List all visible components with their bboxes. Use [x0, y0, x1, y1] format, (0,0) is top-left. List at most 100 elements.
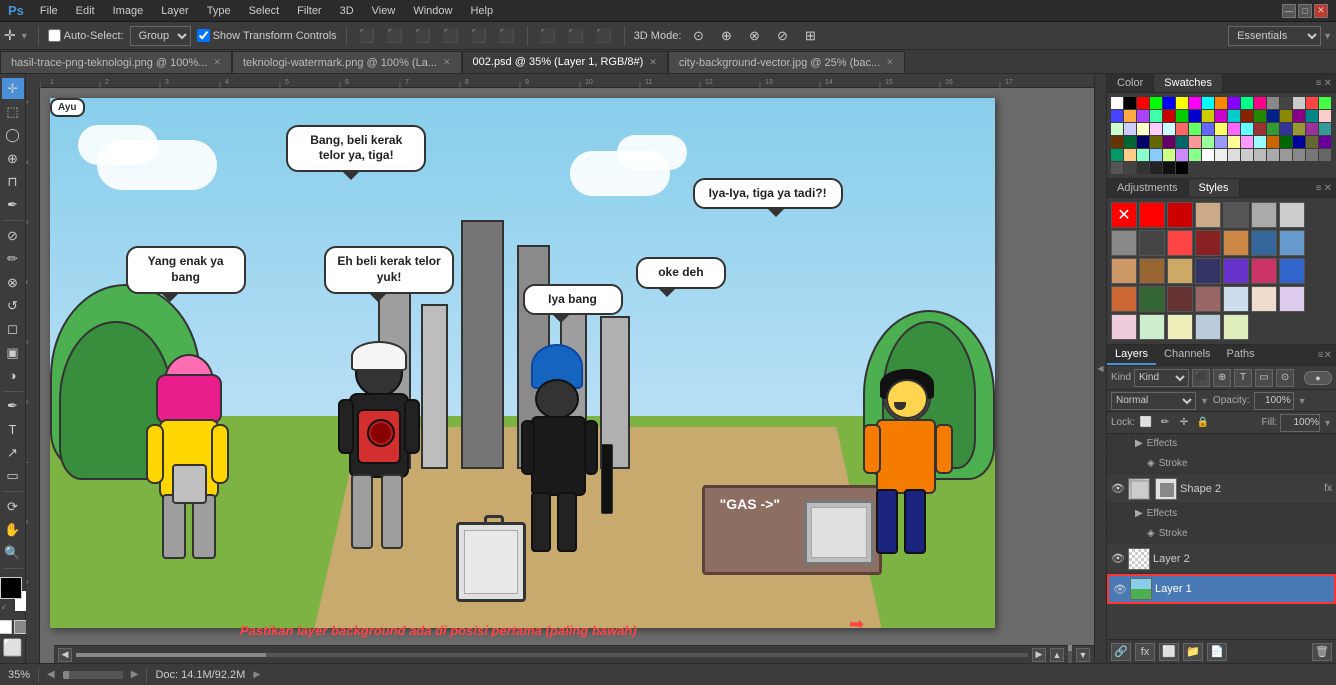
style-swatch[interactable]: [1223, 258, 1249, 284]
color-swatch[interactable]: [1319, 149, 1331, 161]
color-swatch[interactable]: [1176, 149, 1188, 161]
color-swatch[interactable]: [1137, 110, 1149, 122]
color-swatch[interactable]: [1189, 97, 1201, 109]
auto-select-type[interactable]: Group Layer: [130, 26, 191, 46]
style-swatch[interactable]: [1251, 258, 1277, 284]
color-swatch[interactable]: [1267, 123, 1279, 135]
distribute-h-btn[interactable]: ⬛: [537, 25, 559, 47]
new-group-btn[interactable]: 📁: [1183, 643, 1203, 661]
color-swatch[interactable]: [1215, 97, 1227, 109]
add-mask-btn[interactable]: ⬜: [1159, 643, 1179, 661]
color-swatch[interactable]: [1280, 149, 1292, 161]
color-swatch[interactable]: [1111, 97, 1123, 109]
color-swatch[interactable]: [1163, 136, 1175, 148]
style-swatch[interactable]: [1167, 258, 1193, 284]
color-swatch[interactable]: [1176, 136, 1188, 148]
style-swatch[interactable]: [1195, 230, 1221, 256]
color-swatch[interactable]: [1150, 149, 1162, 161]
paths-tab[interactable]: Paths: [1219, 345, 1263, 365]
color-swatch[interactable]: [1254, 110, 1266, 122]
style-swatch[interactable]: [1139, 230, 1165, 256]
color-swatch[interactable]: [1176, 123, 1188, 135]
hand-tool[interactable]: ✋: [2, 519, 24, 540]
dodge-tool[interactable]: ◑: [2, 365, 24, 386]
color-swatch[interactable]: [1150, 110, 1162, 122]
color-swatch[interactable]: [1228, 110, 1240, 122]
visibility-layer2[interactable]: 👁: [1111, 552, 1125, 566]
opacity-dropdown[interactable]: ▼: [1200, 396, 1209, 406]
delete-layer-btn[interactable]: 🗑: [1312, 643, 1332, 661]
tab-3[interactable]: 002.psd @ 35% (Layer 1, RGB/8#) ✕: [462, 51, 668, 73]
color-swatch[interactable]: [1228, 123, 1240, 135]
eyedropper-tool[interactable]: ✒: [2, 195, 24, 216]
style-swatch[interactable]: [1167, 202, 1193, 228]
3d-rotate-tool[interactable]: ⟳: [2, 496, 24, 517]
color-swatch[interactable]: [1163, 149, 1175, 161]
filter-smart-btn[interactable]: ⊙: [1276, 369, 1294, 387]
style-swatch[interactable]: [1279, 202, 1305, 228]
doc-info-arrow[interactable]: ▶: [253, 669, 260, 680]
menu-help[interactable]: Help: [462, 3, 501, 19]
move-tool[interactable]: ✛: [2, 78, 24, 99]
color-swatch[interactable]: [1228, 136, 1240, 148]
color-swatch[interactable]: [1306, 136, 1318, 148]
menu-type[interactable]: Type: [199, 3, 239, 19]
fill-input[interactable]: [1280, 414, 1320, 432]
color-swatch[interactable]: [1254, 136, 1266, 148]
layer-2[interactable]: 👁 Layer 2: [1107, 544, 1336, 574]
color-swatch[interactable]: [1137, 123, 1149, 135]
style-swatch[interactable]: [1223, 286, 1249, 312]
visibility-shape2[interactable]: 👁: [1111, 482, 1125, 496]
blend-mode-select[interactable]: Normal Multiply Screen: [1111, 392, 1196, 410]
tab-2[interactable]: teknologi-watermark.png @ 100% (La... ✕: [232, 51, 462, 73]
style-swatch[interactable]: [1195, 202, 1221, 228]
layers-list[interactable]: ▶ Effects ◈ Stroke 👁 Shape 2: [1107, 434, 1336, 639]
canvas-area[interactable]: 1 2 3 4 5 6 7 8 9: [26, 74, 1094, 663]
color-swatch[interactable]: [1267, 97, 1279, 109]
tool-preset-arrow[interactable]: ▼: [20, 31, 29, 41]
layer-1[interactable]: 👁 Layer 1: [1107, 574, 1336, 604]
color-swatch[interactable]: [1137, 136, 1149, 148]
panel-close-btn[interactable]: ✕: [1324, 78, 1332, 89]
color-swatch[interactable]: [1189, 110, 1201, 122]
menu-layer[interactable]: Layer: [153, 3, 197, 19]
style-swatch[interactable]: [1279, 230, 1305, 256]
color-swatch[interactable]: [1150, 123, 1162, 135]
color-swatch[interactable]: [1293, 136, 1305, 148]
align-top-btn[interactable]: ⬛: [440, 25, 462, 47]
path-select-tool[interactable]: ↗: [2, 442, 24, 463]
history-brush-tool[interactable]: ↺: [2, 295, 24, 316]
color-swatch[interactable]: [1254, 149, 1266, 161]
align-left-btn[interactable]: ⬛: [356, 25, 378, 47]
color-swatch[interactable]: [1215, 123, 1227, 135]
canvas-scroll-next[interactable]: ▼: [1076, 648, 1090, 662]
color-swatch[interactable]: [1163, 162, 1175, 174]
color-swatch[interactable]: [1241, 136, 1253, 148]
color-swatch[interactable]: [1137, 97, 1149, 109]
add-fx-btn[interactable]: fx: [1135, 643, 1155, 661]
color-swatch[interactable]: [1280, 110, 1292, 122]
swatches-tab[interactable]: Swatches: [1154, 74, 1223, 92]
style-swatch[interactable]: [1251, 286, 1277, 312]
align-center-btn[interactable]: ⬛: [384, 25, 406, 47]
quick-select-tool[interactable]: ⊕: [2, 148, 24, 169]
lasso-tool[interactable]: ◯: [2, 125, 24, 146]
color-swatch[interactable]: [1189, 149, 1201, 161]
menu-filter[interactable]: Filter: [289, 3, 329, 19]
style-swatch[interactable]: [1223, 202, 1249, 228]
color-swatch[interactable]: [1150, 162, 1162, 174]
healing-tool[interactable]: ⊘: [2, 225, 24, 246]
color-swatch[interactable]: [1124, 149, 1136, 161]
color-swatch[interactable]: [1111, 110, 1123, 122]
pen-tool[interactable]: ✒: [2, 396, 24, 417]
close-button[interactable]: ✕: [1314, 4, 1328, 18]
menu-edit[interactable]: Edit: [68, 3, 103, 19]
color-swatch[interactable]: [1241, 97, 1253, 109]
color-swatch[interactable]: [1189, 136, 1201, 148]
style-swatch[interactable]: [1111, 230, 1137, 256]
screen-mode-btn[interactable]: ⬜: [2, 638, 24, 659]
crop-tool[interactable]: ⊓: [2, 171, 24, 192]
color-swatch[interactable]: [1176, 162, 1188, 174]
color-swatch[interactable]: [1241, 149, 1253, 161]
distribute-gap-btn[interactable]: ⬛: [593, 25, 615, 47]
